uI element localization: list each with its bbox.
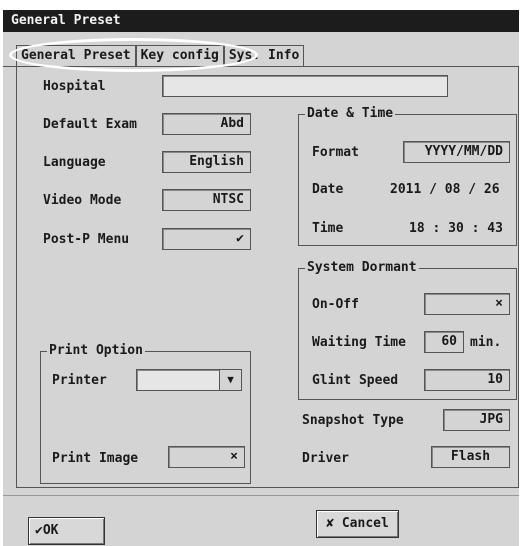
time-value[interactable]: 18 : 30 : 43 [409, 221, 503, 237]
date-value[interactable]: 2011 / 08 / 26 [390, 182, 500, 198]
driver-field[interactable]: Flash [431, 446, 510, 468]
post-p-menu-checkbox[interactable]: ✔ [162, 228, 251, 250]
on-off-checkbox[interactable]: × [424, 293, 510, 315]
language-label: Language [43, 155, 106, 170]
snapshot-type-label: Snapshot Type [302, 413, 404, 428]
hospital-input[interactable] [162, 75, 448, 97]
chevron-down-icon[interactable]: ▼ [219, 369, 242, 391]
post-p-menu-label: Post-P Menu [43, 232, 130, 247]
default-exam-field[interactable]: Abd [162, 113, 251, 135]
cancel-label: Cancel [341, 516, 389, 531]
print-image-label: Print Image [52, 451, 139, 466]
ok-button[interactable]: ✔OK [28, 517, 105, 545]
highlight-ellipse [9, 38, 258, 72]
ok-label: OK [42, 523, 59, 538]
waiting-time-label: Waiting Time [312, 335, 406, 350]
printer-select[interactable] [136, 369, 220, 391]
window-title: General Preset [3, 10, 519, 32]
print-option-title: Print Option [47, 343, 145, 359]
cancel-button[interactable]: ✘ Cancel [316, 510, 399, 538]
on-off-label: On-Off [312, 297, 359, 312]
snapshot-type-field[interactable]: JPG [443, 409, 510, 431]
date-label: Date [312, 182, 344, 197]
waiting-time-unit: min. [470, 335, 502, 350]
glint-speed-field[interactable]: 10 [424, 369, 510, 391]
format-field[interactable]: YYYY/MM/DD [403, 141, 510, 163]
format-label: Format [312, 145, 359, 160]
video-mode-label: Video Mode [43, 193, 122, 208]
printer-label: Printer [52, 373, 107, 388]
footer-separator [3, 495, 519, 496]
system-dormant-title: System Dormant [305, 260, 419, 276]
language-field[interactable]: English [162, 151, 251, 173]
default-exam-label: Default Exam [43, 117, 137, 132]
print-image-checkbox[interactable]: × [168, 446, 245, 468]
check-icon: ✔ [35, 523, 43, 538]
hospital-label: Hospital [43, 79, 106, 94]
glint-speed-label: Glint Speed [312, 373, 399, 388]
driver-label: Driver [302, 451, 349, 466]
date-time-title: Date & Time [305, 106, 396, 122]
video-mode-field[interactable]: NTSC [162, 189, 251, 211]
waiting-time-field[interactable]: 60 [424, 331, 464, 353]
cross-icon: ✘ [326, 516, 335, 531]
time-label: Time [312, 221, 344, 236]
